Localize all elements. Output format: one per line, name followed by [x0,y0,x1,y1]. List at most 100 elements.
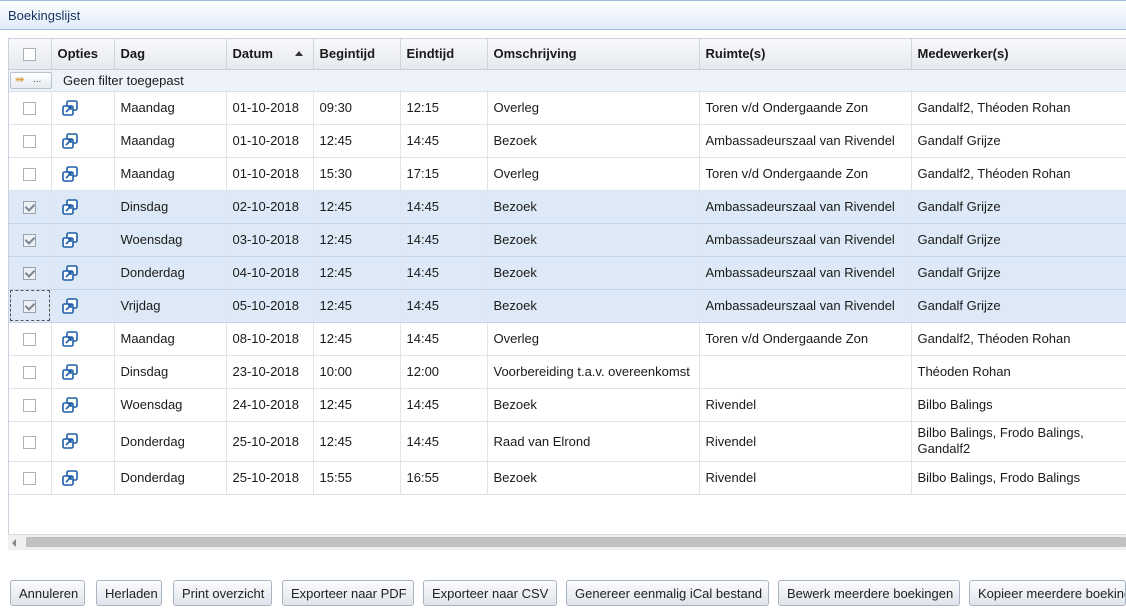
cell-eindtijd: 14:45 [400,190,488,224]
open-in-window-icon[interactable] [61,396,78,413]
column-header-ruimte[interactable]: Ruimte(s) [699,39,912,70]
row-select-cell[interactable] [9,223,52,257]
open-in-window-icon[interactable] [61,99,78,116]
row-select-cell[interactable] [9,388,52,422]
column-header-eindtijd[interactable]: Eindtijd [400,39,488,70]
scroll-left-icon[interactable] [12,539,16,547]
table-row[interactable]: Donderdag 25-10-2018 12:45 14:45 Raad van El… [9,421,1126,462]
open-in-window-icon[interactable] [61,264,78,281]
row-checkbox[interactable] [23,300,37,314]
table-row[interactable]: Vrijdag 05-10-2018 12:45 14:45 Bezoek Ambassa… [9,289,1126,323]
row-checkbox[interactable] [23,399,37,413]
cell-begintijd: 12:45 [313,322,401,356]
open-in-window-icon[interactable] [61,433,78,450]
cell-begintijd: 12:45 [313,289,401,323]
row-select-cell[interactable] [9,256,52,290]
cell-eindtijd: 14:45 [400,388,488,422]
row-select-cell[interactable] [9,461,52,495]
select-all-checkbox[interactable] [23,48,37,62]
row-checkbox[interactable] [23,135,37,149]
row-checkbox[interactable] [23,366,37,380]
column-header-begintijd[interactable]: Begintijd [313,39,401,70]
cell-ruimte: Ambassadeurszaal van Rivendel [699,190,912,224]
row-select-cell[interactable] [9,355,52,389]
header-row: Opties Dag Datum Begintijd Eindtijd Omsc… [9,39,1126,70]
filter-button[interactable]: ⇛ ... [10,71,52,89]
window-title: Boekingslijst [8,8,81,23]
filter-button-label: ... [33,73,42,85]
table-row[interactable]: Maandag 01-10-2018 09:30 12:15 Overleg Toren … [9,91,1126,125]
row-select-cell[interactable] [9,421,52,462]
annuleren-button[interactable]: Annuleren [10,580,85,606]
select-all-header[interactable] [9,39,52,70]
row-select-cell[interactable] [9,289,52,323]
row-checkbox[interactable] [23,201,37,215]
table-row[interactable]: Maandag 01-10-2018 15:30 17:15 Overleg Toren … [9,157,1126,191]
cell-datum: 25-10-2018 [226,461,314,495]
open-in-window-icon[interactable] [61,132,78,149]
column-header-dag[interactable]: Dag [114,39,227,70]
cell-eindtijd: 14:45 [400,421,488,462]
cell-datum: 03-10-2018 [226,223,314,257]
cell-dag: Donderdag [114,461,227,495]
column-header-omschrijving[interactable]: Omschrijving [487,39,700,70]
cell-omschrijving: Bezoek [487,256,700,290]
cell-datum: 02-10-2018 [226,190,314,224]
table-row[interactable]: Dinsdag 23-10-2018 10:00 12:00 Voorbereiding… [9,355,1126,389]
row-checkbox[interactable] [23,267,37,281]
column-header-opties[interactable]: Opties [51,39,115,70]
row-select-cell[interactable] [9,190,52,224]
open-in-window-icon[interactable] [61,297,78,314]
cell-medewerker: Bilbo Balings, Frodo Balings, Gandalf2 [911,421,1126,462]
row-select-cell[interactable] [9,91,52,125]
table-row[interactable]: Donderdag 04-10-2018 12:45 14:45 Bezoek Ambas… [9,256,1126,290]
row-select-cell[interactable] [9,124,52,158]
open-in-window-icon[interactable] [61,231,78,248]
table-row[interactable]: Maandag 08-10-2018 12:45 14:45 Overleg Toren … [9,322,1126,356]
window-titlebar: Boekingslijst [0,0,1126,30]
cell-begintijd: 12:45 [313,421,401,462]
table-row[interactable]: Woensdag 24-10-2018 12:45 14:45 Bezoek Rivend… [9,388,1126,422]
column-header-datum-label: Datum [232,46,273,62]
cell-omschrijving: Bezoek [487,223,700,257]
cell-medewerker: Gandalf2, Théoden Rohan [911,157,1126,191]
table-row[interactable]: Donderdag 25-10-2018 15:55 16:55 Bezoek Riven… [9,461,1126,495]
cell-ruimte: Ambassadeurszaal van Rivendel [699,223,912,257]
table-row[interactable]: Dinsdag 02-10-2018 12:45 14:45 Bezoek Ambassa… [9,190,1126,224]
export-csv-button[interactable]: Exporteer naar CSV [423,580,557,606]
column-header-datum[interactable]: Datum [226,39,314,70]
print-overzicht-button[interactable]: Print overzicht [173,580,272,606]
herladen-button[interactable]: Herladen [96,580,162,606]
horizontal-scrollbar[interactable] [8,534,1126,550]
open-in-window-icon[interactable] [61,469,78,486]
cell-omschrijving: Overleg [487,322,700,356]
cell-omschrijving: Bezoek [487,461,700,495]
export-pdf-button[interactable]: Exporteer naar PDF [282,580,414,606]
row-checkbox[interactable] [23,102,37,116]
row-checkbox[interactable] [23,435,37,449]
open-in-window-icon[interactable] [61,363,78,380]
cell-dag: Woensdag [114,223,227,257]
cell-omschrijving: Raad van Elrond [487,421,700,462]
edit-multiple-bookings-button[interactable]: Bewerk meerdere boekingen [778,580,960,606]
row-checkbox[interactable] [23,472,37,486]
row-select-cell[interactable] [9,157,52,191]
row-checkbox[interactable] [23,234,37,248]
row-checkbox[interactable] [23,168,37,182]
table-row[interactable]: Woensdag 03-10-2018 12:45 14:45 Bezoek Ambass… [9,223,1126,257]
open-in-window-icon[interactable] [61,165,78,182]
cell-medewerker: Théoden Rohan [911,355,1126,389]
cell-ruimte: Toren v/d Ondergaande Zon [699,322,912,356]
cell-medewerker: Bilbo Balings [911,388,1126,422]
table-row[interactable]: Maandag 01-10-2018 12:45 14:45 Bezoek Ambassa… [9,124,1126,158]
column-header-medewerker[interactable]: Medewerker(s) [911,39,1126,70]
open-in-window-icon[interactable] [61,198,78,215]
row-checkbox[interactable] [23,333,37,347]
generate-ical-button[interactable]: Genereer eenmalig iCal bestand [566,580,769,606]
cell-eindtijd: 14:45 [400,223,488,257]
row-select-cell[interactable] [9,322,52,356]
scrollbar-thumb[interactable] [26,537,1126,547]
open-in-window-icon[interactable] [61,330,78,347]
copy-multiple-bookings-button[interactable]: Kopieer meerdere boekingen [969,580,1126,606]
cell-omschrijving: Bezoek [487,190,700,224]
